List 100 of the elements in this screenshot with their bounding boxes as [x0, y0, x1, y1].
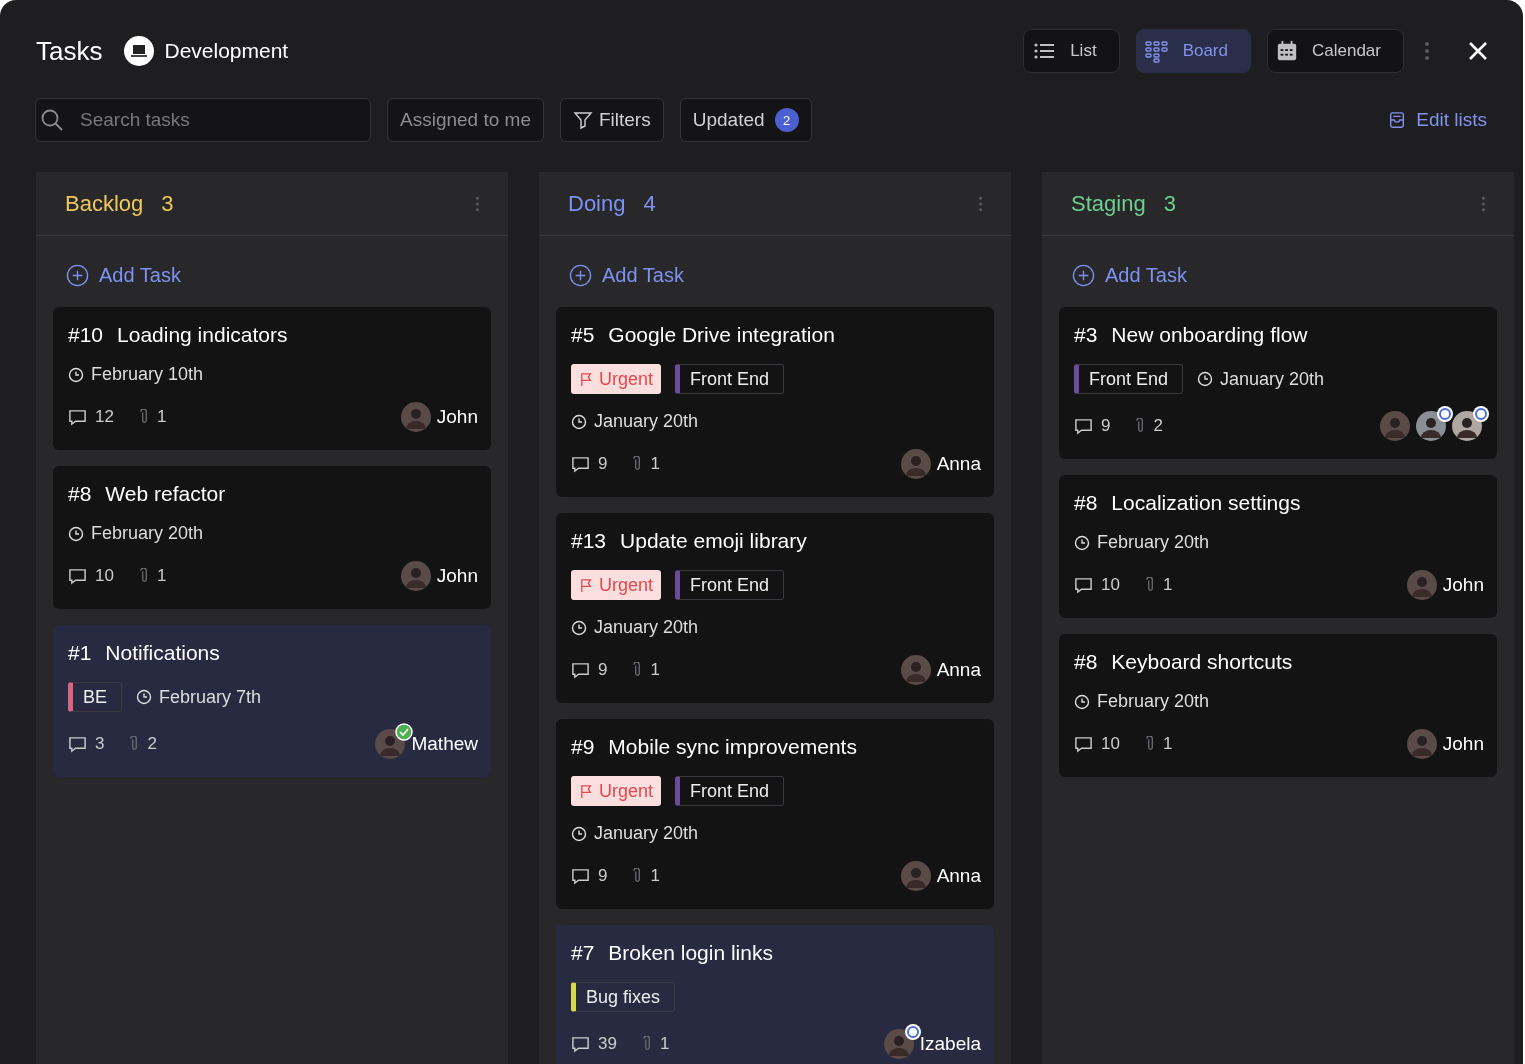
add-task-button[interactable]: Add Task	[1059, 250, 1200, 289]
label-tag: Front End	[675, 364, 785, 394]
task-card[interactable]: #10 Loading indicators February 10th 12 1 John	[53, 307, 491, 450]
comment-count: 39	[598, 1034, 617, 1054]
assignee-name: Anna	[936, 453, 981, 475]
attachment-count: 2	[1153, 416, 1163, 436]
assignee-name: John	[1442, 574, 1484, 596]
due-date: February 7th	[159, 686, 262, 708]
count-badge: 2	[774, 108, 799, 132]
attachment-count: 1	[156, 566, 167, 586]
task-number: #10	[68, 323, 104, 347]
edit-lists-link[interactable]: Edit lists	[1388, 109, 1487, 131]
plus-circle-icon	[569, 264, 592, 287]
clock-icon	[1074, 534, 1090, 551]
more-icon[interactable]	[1424, 41, 1430, 61]
due-date: February 20th	[1097, 691, 1210, 712]
attachment-count: 1	[659, 1034, 670, 1054]
project-name: Development	[164, 39, 289, 63]
flag-icon	[579, 783, 594, 799]
attachment-count: 1	[650, 454, 660, 474]
close-icon[interactable]	[1468, 41, 1488, 61]
task-title: Update emoji library	[620, 529, 807, 553]
label-tag: Front End	[675, 570, 785, 600]
more-icon[interactable]	[978, 194, 983, 213]
task-card[interactable]: #13 Update emoji library Urgent Front End January 20th 9 1 Anna	[556, 513, 994, 703]
avatar	[1380, 411, 1410, 441]
task-card[interactable]: #8 Web refactor February 20th 10 1 John	[53, 466, 491, 609]
task-number: #13	[571, 529, 607, 553]
filters-button[interactable]: Filters	[559, 98, 664, 142]
comment-count: 9	[1101, 416, 1111, 436]
comment-icon	[68, 407, 87, 427]
view-tab[interactable]: List	[1023, 29, 1120, 73]
avatar	[900, 861, 931, 891]
avatar	[1406, 570, 1437, 600]
filter-icon	[572, 110, 593, 130]
more-icon[interactable]	[1481, 194, 1486, 213]
due-date: February 20th	[91, 523, 204, 544]
search-icon	[40, 108, 64, 132]
plus-circle-icon	[66, 264, 89, 287]
avatar	[883, 1029, 914, 1059]
task-number: #7	[571, 941, 595, 965]
task-card[interactable]: #8 Localization settings February 20th 10 1 John	[1059, 475, 1497, 618]
more-icon[interactable]	[475, 194, 480, 213]
task-title: Web refactor	[105, 482, 226, 506]
assignee-name: John	[436, 565, 478, 587]
comment-icon	[1074, 575, 1093, 595]
comment-icon	[68, 734, 87, 754]
due-date: February 10th	[91, 364, 204, 385]
clock-icon	[68, 366, 84, 383]
progress-ring-icon	[1436, 405, 1454, 423]
add-task-button[interactable]: Add Task	[556, 250, 697, 289]
flag-icon	[579, 371, 594, 387]
assignee-name: Anna	[936, 865, 981, 887]
task-title: Keyboard shortcuts	[1111, 650, 1293, 674]
comment-icon	[1074, 734, 1093, 754]
comment-icon	[571, 866, 590, 886]
task-card[interactable]: #3 New onboarding flow Front End January 20th 9 2	[1059, 307, 1497, 459]
progress-ring-icon	[1472, 405, 1490, 423]
urgent-tag: Urgent	[571, 570, 662, 600]
view-tab[interactable]: Calendar	[1267, 29, 1404, 73]
task-title: Mobile sync improvements	[608, 735, 857, 759]
comment-count: 10	[1101, 734, 1120, 754]
board-icon	[1144, 39, 1169, 63]
assignee-name: John	[436, 406, 478, 428]
task-card[interactable]: #5 Google Drive integration Urgent Front End January 20th 9 1 Anna	[556, 307, 994, 497]
paperclip-icon	[1136, 418, 1146, 434]
clock-icon	[571, 413, 587, 430]
task-number: #8	[1074, 491, 1098, 515]
avatar	[900, 655, 931, 685]
task-card[interactable]: #8 Keyboard shortcuts February 20th 10 1 John	[1059, 634, 1497, 777]
clock-icon	[1074, 693, 1090, 710]
attachment-count: 1	[156, 407, 167, 427]
search-field[interactable]: Search tasks	[35, 98, 371, 142]
task-card[interactable]: #7 Broken login links Bug fixes 39 1 Izabela	[556, 925, 994, 1064]
task-card[interactable]: #9 Mobile sync improvements Urgent Front End January 20th 9 1 Anna	[556, 719, 994, 909]
comment-count: 9	[598, 454, 608, 474]
task-title: New onboarding flow	[1111, 323, 1308, 347]
paperclip-icon	[633, 868, 643, 884]
add-task-button[interactable]: Add Task	[53, 250, 194, 289]
column-count: 4	[643, 190, 656, 217]
task-title: Google Drive integration	[608, 323, 835, 347]
paperclip-icon	[139, 409, 149, 425]
comment-count: 12	[95, 407, 114, 427]
column-title: Staging	[1071, 190, 1146, 217]
column-count: 3	[1163, 190, 1176, 217]
task-title: Localization settings	[1111, 491, 1301, 515]
view-tab[interactable]: Board	[1135, 29, 1251, 73]
task-title: Notifications	[105, 641, 220, 665]
task-number: #8	[1074, 650, 1098, 674]
label-tag: Bug fixes	[571, 982, 676, 1012]
updated-button[interactable]: Updated 2	[679, 98, 812, 142]
label-tag: Front End	[675, 776, 785, 806]
plus-circle-icon	[1072, 264, 1095, 287]
comment-count: 10	[95, 566, 114, 586]
attachment-count: 1	[650, 866, 660, 886]
assigned-to-me-button[interactable]: Assigned to me	[387, 98, 544, 142]
assignee-name: John	[1442, 733, 1484, 755]
assignee-name: Izabela	[919, 1033, 981, 1055]
due-date: January 20th	[594, 823, 699, 844]
task-card[interactable]: #1 Notifications BE February 7th 3 2 Mathew	[53, 625, 491, 777]
